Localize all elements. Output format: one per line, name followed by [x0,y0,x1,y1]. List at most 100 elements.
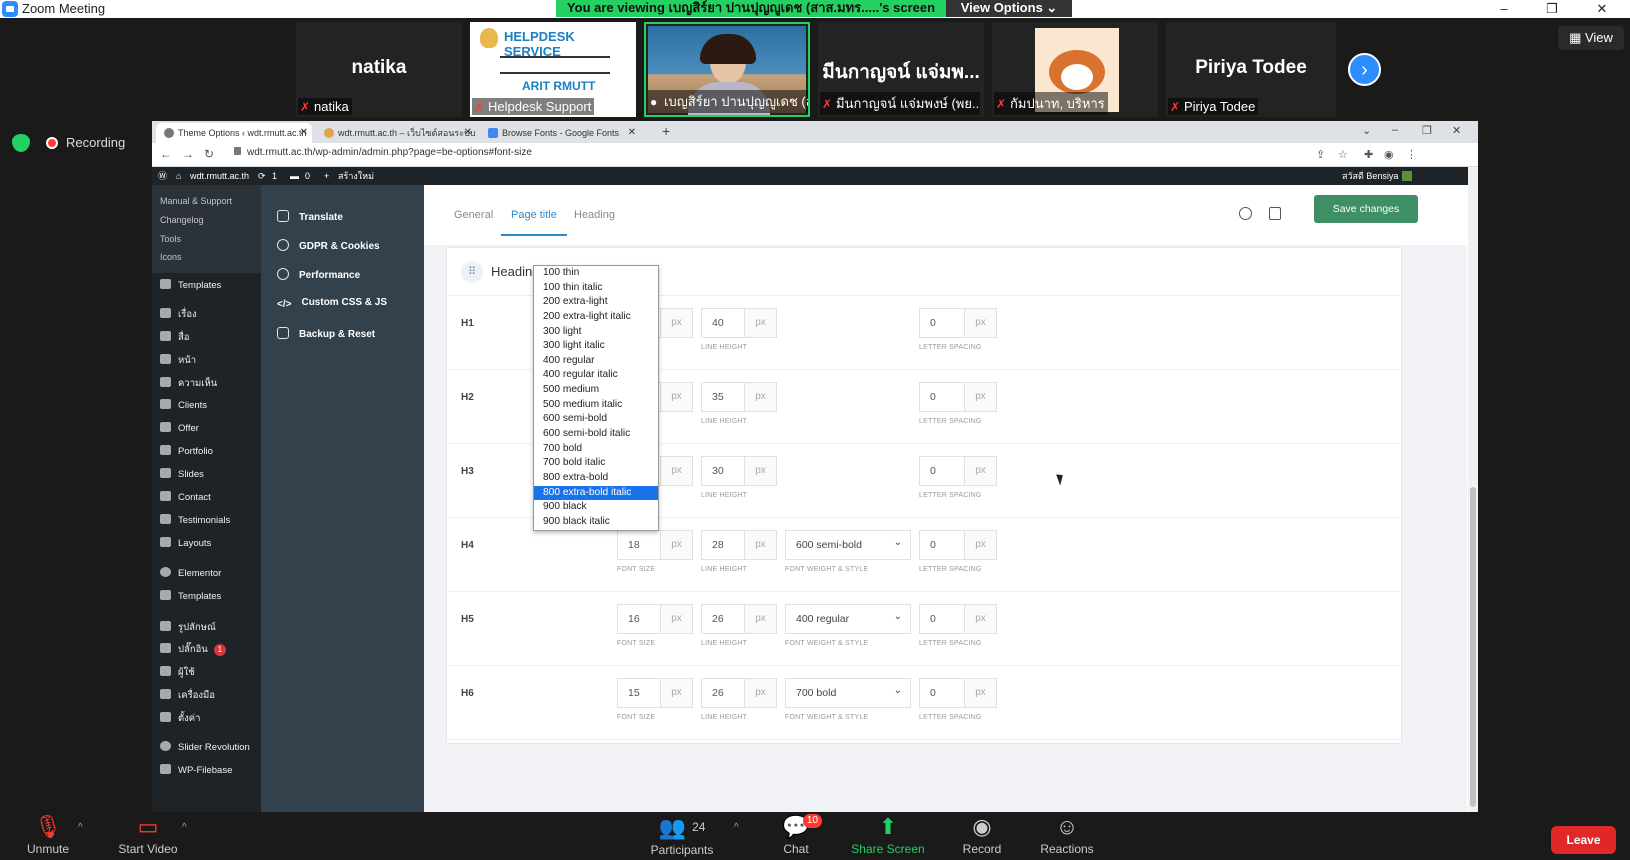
wp-menu-slides[interactable]: Slides [160,468,204,480]
reactions-button[interactable]: ☺ Reactions [1038,816,1096,857]
comments-icon[interactable]: ▬ [290,167,299,185]
font-weight-option[interactable]: 200 extra-light italic [534,310,658,325]
submenu-icons[interactable]: Icons [160,252,182,262]
font-weight-option[interactable]: 700 bold [534,442,658,457]
font-size-input[interactable]: 16 px [617,604,693,634]
chat-button[interactable]: 💬 10 Chat [776,814,822,856]
font-weight-select[interactable]: 700 bold ⌄ [785,678,911,708]
font-weight-option[interactable]: 100 thin [534,266,658,281]
scrollbar-thumb[interactable] [1470,487,1476,807]
leave-meeting-button[interactable]: Leave [1551,826,1616,854]
line-height-input[interactable]: 28 px [701,530,777,560]
letter-spacing-input[interactable]: 0 px [919,604,997,634]
participant-tile[interactable]: มีนกาญจน์ แจ่มพ... ✗ มีนกาญจน์ แจ่มพงษ์ (… [818,22,984,117]
submenu-manual-support[interactable]: Manual & Support [160,196,232,206]
font-size-input[interactable]: 18 px [617,530,693,560]
recording-indicator[interactable]: Recording [46,134,125,152]
participant-tile[interactable]: HELPDESK SERVICE ARIT RMUTT ✗ Helpdesk Su… [470,22,636,117]
minimize-icon[interactable]: – [1494,0,1514,18]
restore-icon[interactable]: ❐ [1542,0,1562,18]
browser-tab-google-fonts[interactable]: Browse Fonts - Google Fonts ✕ [480,123,640,143]
font-weight-dropdown-list[interactable]: 100 thin 100 thin italic 200 extra-light 20… [533,265,659,531]
letter-spacing-input[interactable]: 0 px [919,308,997,338]
close-tab-icon[interactable]: ✕ [628,123,636,143]
theme-side-custom-css[interactable]: </> Custom CSS & JS [277,297,387,310]
security-shield-icon[interactable] [12,134,30,152]
next-page-chevron-icon[interactable]: › [1348,53,1381,86]
browser-menu-icon[interactable]: ⋮ [1406,148,1417,161]
wp-menu-templates[interactable]: Templates [160,279,221,291]
font-weight-option[interactable]: 400 regular [534,354,658,369]
help-icon[interactable] [1239,207,1252,220]
updates-icon[interactable]: ⟳ [258,167,266,185]
wp-menu-plugins[interactable]: ปลั๊กอิน 1 [160,642,226,657]
start-video-button[interactable]: ▭ Start Video [112,816,184,857]
user-avatar[interactable] [1402,171,1412,181]
participant-tile[interactable]: natika ✗ natika [296,22,462,117]
close-tab-icon[interactable]: ✕ [464,123,472,143]
wp-menu-comments[interactable]: ความเห็น [160,376,217,391]
theme-side-translate[interactable]: Translate [277,210,343,223]
participant-tile[interactable]: Piriya Todee ✗ Piriya Todee [1166,22,1336,117]
wp-menu-pages[interactable]: หน้า [160,353,196,368]
line-height-input[interactable]: 40 px [701,308,777,338]
view-layout-button[interactable]: ▦ View [1558,26,1624,50]
back-arrow-icon[interactable]: ← [160,147,172,161]
line-height-input[interactable]: 35 px [701,382,777,412]
close-tab-icon[interactable]: ✕ [300,123,308,143]
audio-options-caret-icon[interactable]: ^ [78,822,83,833]
home-icon[interactable]: ⌂ [176,167,181,185]
share-icon[interactable]: ⇪ [1316,148,1325,161]
tab-heading[interactable]: Heading [574,209,615,221]
browser-minimize-icon[interactable]: – [1392,124,1398,136]
record-button[interactable]: ◉ Record [960,816,1004,857]
wp-menu-tools[interactable]: เครื่องมือ [160,688,215,703]
forward-arrow-icon[interactable]: → [182,147,194,161]
wp-menu-appearance[interactable]: รูปลักษณ์ [160,620,216,635]
submenu-tools[interactable]: Tools [160,234,181,244]
wp-menu-portfolio[interactable]: Portfolio [160,445,213,457]
font-size-input[interactable]: 15 px [617,678,693,708]
browser-restore-icon[interactable]: ❐ [1422,124,1432,137]
wp-menu-users[interactable]: ผู้ใช้ [160,665,195,680]
line-height-input[interactable]: 26 px [701,604,777,634]
page-scrollbar[interactable] [1468,167,1478,812]
font-weight-select[interactable]: 400 regular ⌄ [785,604,911,634]
font-weight-option[interactable]: 900 black [534,500,658,515]
wp-menu-settings[interactable]: ตั้งค่า [160,711,201,726]
font-weight-option[interactable]: 100 thin italic [534,281,658,296]
browser-tab-theme-options[interactable]: Theme Options ‹ wdt.rmutt.ac.th ✕ [156,123,312,143]
reload-icon[interactable]: ↻ [204,147,214,161]
save-changes-button[interactable]: Save changes [1314,195,1418,223]
tab-page-title[interactable]: Page title [501,209,567,236]
theme-side-backup[interactable]: Backup & Reset [277,327,375,340]
letter-spacing-input[interactable]: 0 px [919,456,997,486]
new-tab-icon[interactable]: + [662,123,670,139]
wp-menu-testimonials[interactable]: Testimonials [160,514,230,526]
browser-tab-site[interactable]: wdt.rmutt.ac.th – เว็บไซต์สอนระบบ ✕ [316,123,476,143]
font-weight-option[interactable]: 400 regular italic [534,368,658,383]
extensions-puzzle-icon[interactable]: ✚ [1364,148,1373,161]
admin-bar-greeting[interactable]: สวัสดี Bensiya [1342,167,1398,185]
share-screen-button[interactable]: ⬆ Share Screen [848,816,928,857]
participant-tile[interactable]: ✗ กัมปนาท, บริหาร [992,22,1158,117]
wp-menu-media[interactable]: สื่อ [160,330,190,345]
line-height-input[interactable]: 26 px [701,678,777,708]
font-weight-option[interactable]: 200 extra-light [534,295,658,310]
font-weight-select[interactable]: 600 semi-bold ⌄ [785,530,911,560]
wp-menu-elementor-templates[interactable]: Templates [160,590,221,602]
profile-avatar-icon[interactable]: ◉ [1384,148,1394,161]
participant-tile-active-speaker[interactable]: ●เบญสิร์ยา ปานปุญญูเดช (สาส... [644,22,810,117]
line-height-input[interactable]: 30 px [701,456,777,486]
font-weight-option[interactable]: 600 semi-bold [534,412,658,427]
new-plus-icon[interactable]: + [324,167,329,185]
font-weight-option[interactable]: 800 extra-bold italic [534,485,658,501]
documentation-icon[interactable] [1269,207,1281,220]
letter-spacing-input[interactable]: 0 px [919,382,997,412]
video-options-caret-icon[interactable]: ^ [182,822,187,833]
participants-caret-icon[interactable]: ^ [734,822,739,833]
font-weight-option[interactable]: 300 light italic [534,339,658,354]
wp-menu-elementor[interactable]: Elementor [160,567,221,579]
admin-bar-site[interactable]: wdt.rmutt.ac.th [190,167,249,185]
font-weight-option[interactable]: 800 extra-bold [534,471,658,486]
